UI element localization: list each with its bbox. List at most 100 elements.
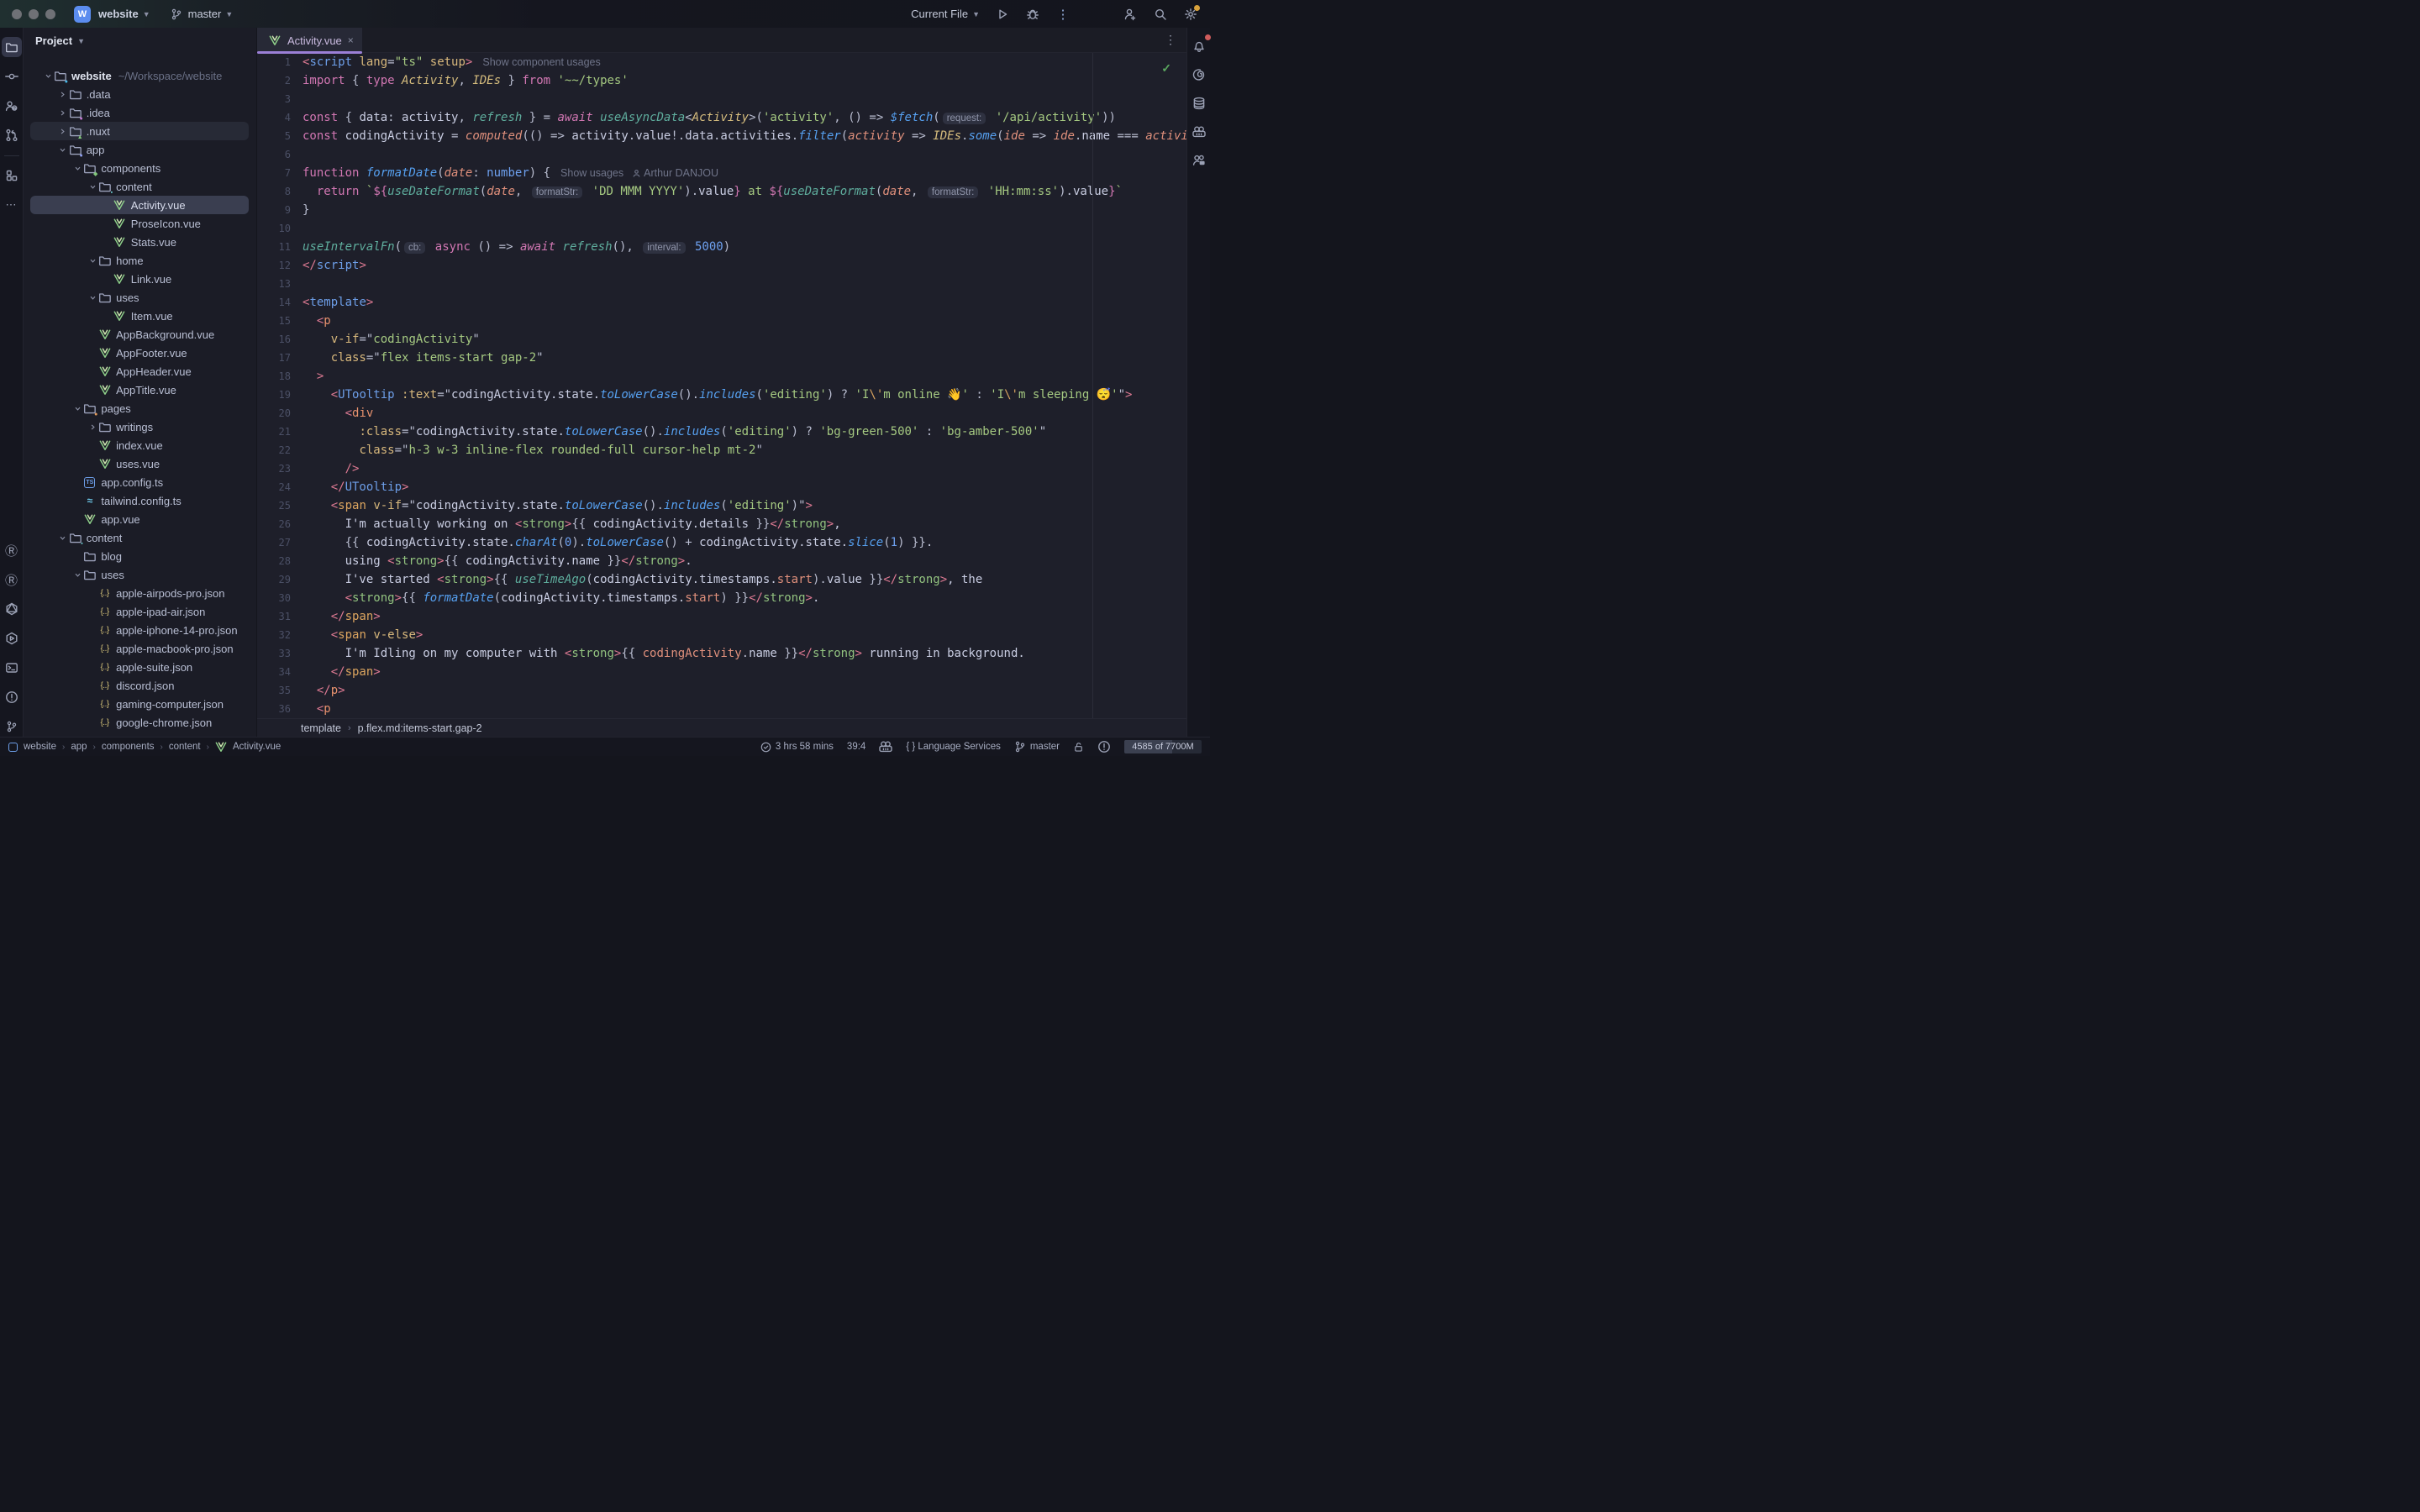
tree-item-website[interactable]: ●website~/Workspace/website <box>24 66 256 85</box>
line-number[interactable]: 22 <box>257 441 291 459</box>
line-number[interactable]: 11 <box>257 238 291 256</box>
line-number[interactable]: 10 <box>257 219 291 238</box>
code-line-19[interactable]: 19 <UTooltip :text="codingActivity.state… <box>257 386 1186 404</box>
users-help-icon[interactable]: ? <box>2 96 22 116</box>
code-line-14[interactable]: 14<template> <box>257 293 1186 312</box>
code-line-11[interactable]: 11useIntervalFn(cb: async () => await re… <box>257 238 1186 256</box>
tree-item-app[interactable]: ●app <box>24 140 256 159</box>
line-number[interactable]: 16 <box>257 330 291 349</box>
chevron-right-icon[interactable] <box>58 128 68 135</box>
code-line-9[interactable]: 9} <box>257 201 1186 219</box>
inline-hint[interactable]: Show usages <box>560 167 623 179</box>
tree-item-apple-suite-json[interactable]: {..}apple-suite.json <box>24 658 256 676</box>
line-number[interactable]: 7 <box>257 164 291 182</box>
caret-position[interactable]: 39:4 <box>847 742 865 752</box>
inlay-hint[interactable]: formatStr: <box>532 186 582 198</box>
line-number[interactable]: 1 <box>257 53 291 71</box>
inlay-hint[interactable]: interval: <box>643 242 685 254</box>
chevron-down-icon[interactable] <box>87 183 97 191</box>
chevron-down-icon[interactable] <box>72 165 82 172</box>
chevron-down-icon[interactable] <box>58 534 68 542</box>
tree-item-appfooter-vue[interactable]: AppFooter.vue <box>24 344 256 362</box>
line-number[interactable]: 35 <box>257 681 291 700</box>
rubymine-icon[interactable]: Ⓡ <box>2 570 22 590</box>
zoom-window-icon[interactable] <box>45 9 55 19</box>
more-icon[interactable]: ⋯ <box>2 195 22 215</box>
code-line-22[interactable]: 22 class="h-3 w-3 inline-flex rounded-fu… <box>257 441 1186 459</box>
kebab-icon[interactable]: ⋮ <box>1055 7 1071 22</box>
chevron-down-icon[interactable] <box>87 257 97 265</box>
line-number[interactable]: 33 <box>257 644 291 663</box>
chevron-down-icon[interactable] <box>87 294 97 302</box>
tree-item-uses[interactable]: uses <box>24 565 256 584</box>
line-number[interactable]: 25 <box>257 496 291 515</box>
tree-item-blog[interactable]: blog <box>24 547 256 565</box>
language-services[interactable]: { } Language Services <box>906 742 1001 752</box>
tree-item-home[interactable]: home <box>24 251 256 270</box>
code-line-16[interactable]: 16 v-if="codingActivity" <box>257 330 1186 349</box>
line-number[interactable]: 12 <box>257 256 291 275</box>
code-line-8[interactable]: 8 return `${useDateFormat(date, formatSt… <box>257 182 1186 201</box>
tree-item--idea[interactable]: ●.idea <box>24 103 256 122</box>
chevron-down-icon[interactable] <box>72 571 82 579</box>
status-path-item[interactable]: content <box>169 742 201 752</box>
line-number[interactable]: 9 <box>257 201 291 219</box>
tree-item-apple-macbook-pro-json[interactable]: {..}apple-macbook-pro.json <box>24 639 256 658</box>
tree-item-components[interactable]: ◆components <box>24 159 256 177</box>
code-line-23[interactable]: 23 /> <box>257 459 1186 478</box>
status-path-item[interactable]: website <box>24 742 56 752</box>
line-number[interactable]: 17 <box>257 349 291 367</box>
line-number[interactable]: 14 <box>257 293 291 312</box>
tree-item-item-vue[interactable]: Item.vue <box>24 307 256 325</box>
line-number[interactable]: 13 <box>257 275 291 293</box>
close-tab-icon[interactable]: × <box>348 34 354 46</box>
tab-activity-vue[interactable]: Activity.vue × <box>257 28 362 53</box>
line-number[interactable]: 24 <box>257 478 291 496</box>
tree-item-activity-vue[interactable]: Activity.vue <box>24 196 256 214</box>
coding-time[interactable]: 3 hrs 58 mins <box>760 742 834 753</box>
project-panel-header[interactable]: Project ▼ <box>35 34 85 47</box>
code-line-10[interactable]: 10 <box>257 219 1186 238</box>
inlay-hint[interactable]: cb: <box>404 242 425 254</box>
code-line-27[interactable]: 27 {{ codingActivity.state.charAt(0).toL… <box>257 533 1186 552</box>
project-widget[interactable]: website ▼ <box>98 8 150 20</box>
node-run-icon[interactable] <box>2 628 22 648</box>
database-icon[interactable] <box>1189 93 1209 113</box>
code-with-me-icon[interactable] <box>1189 150 1209 171</box>
line-number[interactable]: 21 <box>257 423 291 441</box>
chevron-right-icon[interactable] <box>87 423 97 431</box>
inlay-hint[interactable]: formatStr: <box>928 186 978 198</box>
editor-kebab-icon[interactable]: ⋮ <box>1165 33 1176 47</box>
line-number[interactable]: 23 <box>257 459 291 478</box>
code-line-5[interactable]: 5const codingActivity = computed(() => a… <box>257 127 1186 145</box>
line-number[interactable]: 27 <box>257 533 291 552</box>
run-config-selector[interactable]: Current File ▼ <box>911 8 980 20</box>
commit-icon[interactable] <box>2 66 22 87</box>
line-number[interactable]: 29 <box>257 570 291 589</box>
tree-item-apple-ipad-air-json[interactable]: {..}apple-ipad-air.json <box>24 602 256 621</box>
notifications-bell-icon[interactable] <box>1189 36 1209 56</box>
breadcrumb-item[interactable]: template <box>301 722 341 734</box>
code-line-13[interactable]: 13 <box>257 275 1186 293</box>
line-number[interactable]: 18 <box>257 367 291 386</box>
line-number[interactable]: 30 <box>257 589 291 607</box>
line-number[interactable]: 26 <box>257 515 291 533</box>
code-line-1[interactable]: 1<script lang="ts" setup>Show component … <box>257 53 1186 71</box>
author-hint[interactable]: Arthur DANJOU <box>632 167 718 179</box>
ai-assistant-icon[interactable] <box>1189 65 1209 85</box>
code-line-26[interactable]: 26 I'm actually working on <strong>{{ co… <box>257 515 1186 533</box>
robot-icon[interactable] <box>1189 122 1209 142</box>
rubymine-icon[interactable]: Ⓡ <box>2 540 22 560</box>
copilot[interactable] <box>879 740 892 753</box>
tree-item--nuxt[interactable]: ▲.nuxt <box>24 122 256 140</box>
line-number[interactable]: 6 <box>257 145 291 164</box>
chevron-down-icon[interactable] <box>43 72 53 80</box>
line-number[interactable]: 15 <box>257 312 291 330</box>
settings-icon[interactable] <box>1183 7 1198 22</box>
structure-icon[interactable] <box>2 165 22 186</box>
tree-item-apple-airpods-pro-json[interactable]: {..}apple-airpods-pro.json <box>24 584 256 602</box>
status-path-item[interactable]: components <box>102 742 155 752</box>
inline-hint[interactable]: Show component usages <box>482 56 600 68</box>
code-line-2[interactable]: 2import { type Activity, IDEs } from '~~… <box>257 71 1186 90</box>
tree-item-proseicon-vue[interactable]: ProseIcon.vue <box>24 214 256 233</box>
